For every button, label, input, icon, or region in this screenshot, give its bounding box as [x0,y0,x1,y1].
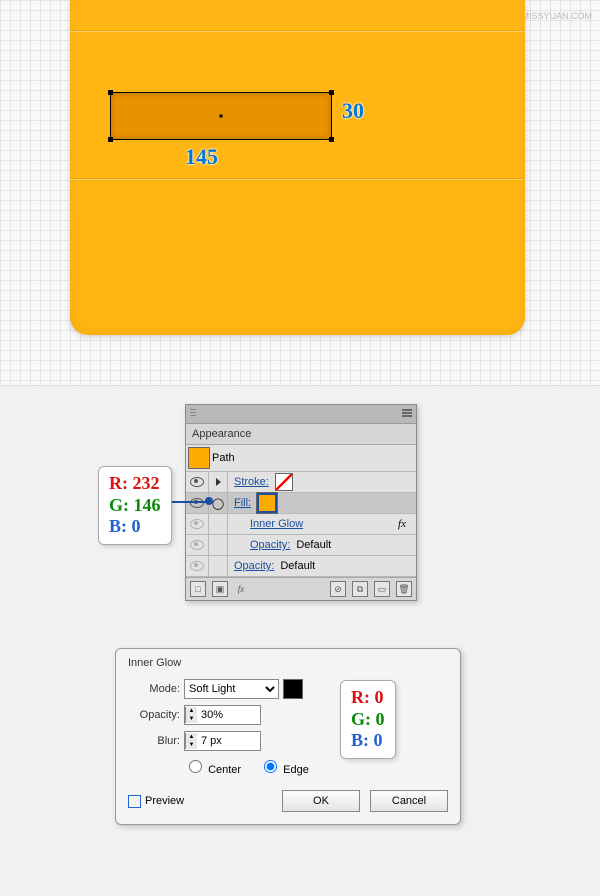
panel-grip-icon[interactable] [190,409,196,418]
duplicate-icon[interactable]: ⧉ [352,581,368,597]
opacity-label[interactable]: Opacity: [250,539,290,551]
opacity-value: Default [280,560,315,572]
callout-dot [205,497,213,505]
step-down-icon[interactable]: ▼ [185,715,197,723]
resize-handle[interactable] [329,90,334,95]
new-icon[interactable]: ▭ [374,581,390,597]
cancel-button[interactable]: Cancel [370,790,448,812]
panel-footer: □ ▣ fx ⊘ ⧉ ▭ 🗑 [186,577,416,600]
fold-line [70,178,525,180]
visibility-eye-icon[interactable] [190,519,204,529]
triangle-icon [216,478,221,486]
fx-menu-icon[interactable]: fx [234,582,248,596]
selected-rectangle[interactable] [110,92,332,140]
fx-icon[interactable]: fx [398,518,410,530]
fill-row[interactable]: ◯ Fill: [186,493,416,514]
visibility-eye-icon[interactable] [190,540,204,550]
ok-button[interactable]: OK [282,790,360,812]
edge-radio[interactable]: Edge [259,757,309,776]
visibility-eye-icon[interactable] [190,498,204,508]
preview-checkbox[interactable]: Preview [128,795,184,808]
blur-input[interactable] [197,733,260,749]
width-annotation: 145 [185,144,218,170]
canvas-area[interactable]: 思缘设计论坛 WWW.MISSYUAN.COM 145 30 [0,0,600,386]
fill-opacity-row[interactable]: Opacity: Default [186,535,416,556]
object-opacity-row[interactable]: Opacity: Default [186,556,416,577]
trash-icon[interactable]: 🗑 [396,581,412,597]
glow-color-swatch[interactable] [283,679,303,699]
resize-handle[interactable] [108,137,113,142]
visibility-eye-icon[interactable] [190,477,204,487]
appearance-panel[interactable]: Appearance Path Stroke: ◯ Fill: [185,404,417,601]
effect-name[interactable]: Inner Glow [250,518,303,530]
panels-area: Appearance Path Stroke: ◯ Fill: [0,386,600,896]
appearance-object-row[interactable]: Path [186,445,416,472]
clear-icon[interactable]: ⊘ [330,581,346,597]
object-type-label: Path [212,448,235,468]
opacity-field[interactable]: ▲▼ [184,705,261,725]
mode-select[interactable]: Soft Light [184,679,279,699]
center-radio[interactable]: Center [184,757,241,776]
object-swatch[interactable] [188,447,210,469]
opacity-label: Opacity: [128,709,180,721]
fold-line [70,30,525,32]
step-down-icon[interactable]: ▼ [185,741,197,749]
center-point[interactable] [220,115,223,118]
height-annotation: 30 [342,98,364,124]
checkbox-icon[interactable] [128,795,141,808]
blur-label: Blur: [128,735,180,747]
blur-field[interactable]: ▲▼ [184,731,261,751]
resize-handle[interactable] [108,90,113,95]
visibility-eye-icon[interactable] [190,561,204,571]
fill-label[interactable]: Fill: [234,497,251,509]
dialog-title: Inner Glow [128,657,448,669]
panel-tab-bar[interactable] [186,405,416,424]
effect-row[interactable]: Inner Glow fx [186,514,416,535]
artwork-card[interactable]: 145 30 [70,0,525,335]
glow-rgb-annotation: R: 0 G: 0 B: 0 [340,680,396,759]
stroke-swatch-none[interactable] [275,473,293,491]
panel-title: Appearance [186,424,416,445]
mode-label: Mode: [128,683,180,695]
step-up-icon[interactable]: ▲ [185,733,197,741]
fill-swatch[interactable] [257,493,277,513]
stroke-label[interactable]: Stroke: [234,476,269,488]
expand-toggle[interactable] [209,472,228,492]
layers-icon[interactable]: ▣ [212,581,228,597]
resize-handle[interactable] [329,137,334,142]
new-art-icon[interactable]: □ [190,581,206,597]
opacity-label[interactable]: Opacity: [234,560,274,572]
opacity-input[interactable] [197,707,260,723]
step-up-icon[interactable]: ▲ [185,707,197,715]
opacity-value: Default [296,539,331,551]
inner-glow-dialog[interactable]: Inner Glow Mode: Soft Light Opacity: ▲▼ … [115,648,461,825]
fill-rgb-annotation: R: 232 G: 146 B: 0 [98,466,172,545]
stroke-row[interactable]: Stroke: [186,472,416,493]
